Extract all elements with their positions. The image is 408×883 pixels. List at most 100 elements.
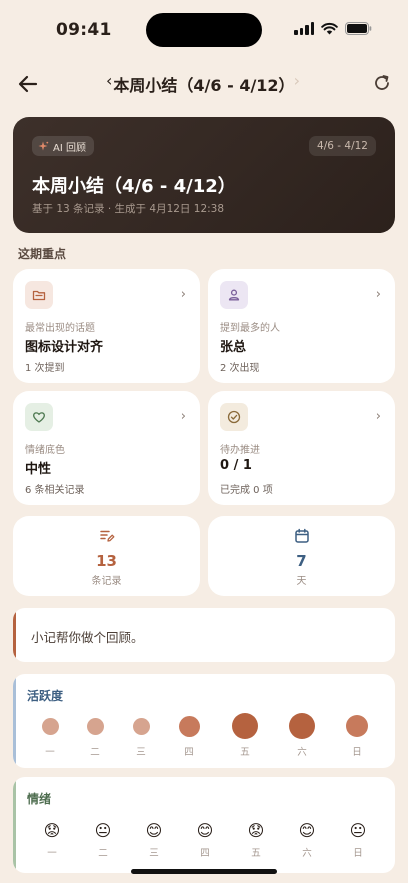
mood-day: 😐 二 xyxy=(88,821,118,859)
topic-value: 图标设计对齐 xyxy=(25,340,104,355)
status-icons xyxy=(294,22,372,35)
activity-day-label: 六 xyxy=(297,747,307,758)
chevron-right-icon: › xyxy=(375,287,381,302)
days-label: 天 xyxy=(296,576,307,587)
activity-day-label: 四 xyxy=(184,747,194,758)
home-indicator xyxy=(131,869,277,874)
mood-day-label: 四 xyxy=(200,848,210,859)
activity-dot xyxy=(178,715,200,737)
ai-recap-label: AI 回顾 xyxy=(53,142,86,154)
activity-day-label: 三 xyxy=(136,747,146,758)
activity-panel: 活跃度 一 二 三 四 五 六 日 xyxy=(13,674,395,768)
summary-subtitle: 基于 13 条记录 · 生成于 4月12日 12:38 xyxy=(32,203,225,215)
mood-emoji-icon: 😊 xyxy=(196,821,214,840)
stat-icon-wrap xyxy=(13,528,200,544)
mood-emoji-icon: 😟 xyxy=(247,821,265,840)
activity-day-label: 一 xyxy=(45,747,55,758)
topic-card[interactable]: › 最常出现的话题 图标设计对齐 1 次提到 xyxy=(13,269,200,383)
person-meta: 2 次出现 xyxy=(220,363,260,374)
page-title: 本周小结（4/6 - 4/12） xyxy=(113,76,295,95)
dynamic-island xyxy=(146,13,262,47)
mood-tone-meta: 6 条相关记录 xyxy=(25,485,85,496)
folder-icon xyxy=(32,290,46,301)
person-card[interactable]: › 提到最多的人 张总 2 次出现 xyxy=(208,269,395,383)
activity-day-label: 日 xyxy=(352,747,362,758)
activity-day: 四 xyxy=(174,712,204,758)
days-stat-card: 7 天 xyxy=(208,516,395,596)
mood-day: 😊 四 xyxy=(190,821,220,859)
chevron-right-icon: › xyxy=(375,409,381,424)
mood-emoji-icon: 😐 xyxy=(349,821,367,840)
mood-day-label: 二 xyxy=(98,848,108,859)
activity-dot xyxy=(232,713,258,739)
calendar-icon xyxy=(294,528,309,543)
todo-icon-box xyxy=(220,403,248,431)
note-edit-icon xyxy=(99,530,114,542)
status-bar: 09:41 xyxy=(0,0,408,58)
cellular-signal-icon xyxy=(294,22,314,35)
mood-title: 情绪 xyxy=(27,792,52,806)
mood-emoji-icon: 😟 xyxy=(43,821,61,840)
activity-day-label: 二 xyxy=(90,747,100,758)
status-time: 09:41 xyxy=(56,20,112,40)
activity-day: 日 xyxy=(342,712,372,758)
activity-day: 五 xyxy=(230,712,260,758)
recap-text: 小记帮你做个回顾。 xyxy=(31,630,144,645)
battery-icon xyxy=(345,22,372,35)
summary-hero-card: AI 回顾 4/6 - 4/12 本周小结（4/6 - 4/12） 基于 13 … xyxy=(13,117,395,233)
mood-day-label: 三 xyxy=(149,848,159,859)
activity-day-label: 五 xyxy=(240,747,250,758)
wifi-icon xyxy=(321,22,338,35)
activity-title: 活跃度 xyxy=(27,689,64,703)
chevron-right-icon: › xyxy=(180,287,186,302)
activity-day: 一 xyxy=(35,712,65,758)
records-stat-card: 13 条记录 xyxy=(13,516,200,596)
activity-dot xyxy=(289,713,315,739)
heart-icon xyxy=(32,412,46,423)
mood-tone-label: 情绪底色 xyxy=(25,445,65,456)
todo-progress-card[interactable]: › 待办推进 0 / 1 已完成 0 项 xyxy=(208,391,395,505)
topic-label: 最常出现的话题 xyxy=(25,323,95,334)
summary-title: 本周小结（4/6 - 4/12） xyxy=(32,176,236,197)
activity-dot xyxy=(41,717,59,735)
activity-day: 三 xyxy=(126,712,156,758)
person-label: 提到最多的人 xyxy=(220,323,280,334)
mood-day-label: 日 xyxy=(353,848,363,859)
next-week-button[interactable]: › xyxy=(294,71,300,90)
records-count: 13 xyxy=(96,552,117,570)
mood-tone-card[interactable]: › 情绪底色 中性 6 条相关记录 xyxy=(13,391,200,505)
todo-value: 0 / 1 xyxy=(220,458,252,473)
person-icon xyxy=(228,289,240,301)
activity-day: 六 xyxy=(287,712,317,758)
refresh-icon[interactable] xyxy=(372,73,392,93)
mood-day: 😐 日 xyxy=(343,821,373,859)
mood-panel: 情绪 😟 一 😐 二 😊 三 😊 四 😟 五 😊 六 😐 日 xyxy=(13,777,395,873)
todo-meta: 已完成 0 项 xyxy=(220,485,273,496)
mood-accent-bar xyxy=(13,777,16,873)
recap-accent-bar xyxy=(13,608,16,662)
mood-day-label: 一 xyxy=(47,848,57,859)
activity-dot xyxy=(132,717,150,735)
chevron-right-icon: › xyxy=(180,409,186,424)
recap-card: 小记帮你做个回顾。 xyxy=(13,608,395,662)
mood-day: 😊 六 xyxy=(292,821,322,859)
days-count: 7 xyxy=(296,552,307,570)
activity-day: 二 xyxy=(80,712,110,758)
topic-icon-box xyxy=(25,281,53,309)
mood-day: 😊 三 xyxy=(139,821,169,859)
section-title-highlights: 这期重点 xyxy=(18,247,67,261)
records-label: 条记录 xyxy=(91,576,122,587)
mood-day: 😟 五 xyxy=(241,821,271,859)
mood-day-label: 六 xyxy=(302,848,312,859)
todo-label: 待办推进 xyxy=(220,445,260,456)
activity-dot xyxy=(86,717,104,735)
mood-tone-value: 中性 xyxy=(25,462,52,477)
mood-emoji-icon: 😊 xyxy=(298,821,316,840)
mood-day-label: 五 xyxy=(251,848,261,859)
check-circle-icon xyxy=(227,410,241,424)
top-nav: ‹ 本周小结（4/6 - 4/12） › xyxy=(0,66,408,102)
activity-dot xyxy=(346,715,368,737)
person-value: 张总 xyxy=(220,340,247,355)
date-range-chip: 4/6 - 4/12 xyxy=(309,136,376,156)
mood-emoji-icon: 😐 xyxy=(94,821,112,840)
